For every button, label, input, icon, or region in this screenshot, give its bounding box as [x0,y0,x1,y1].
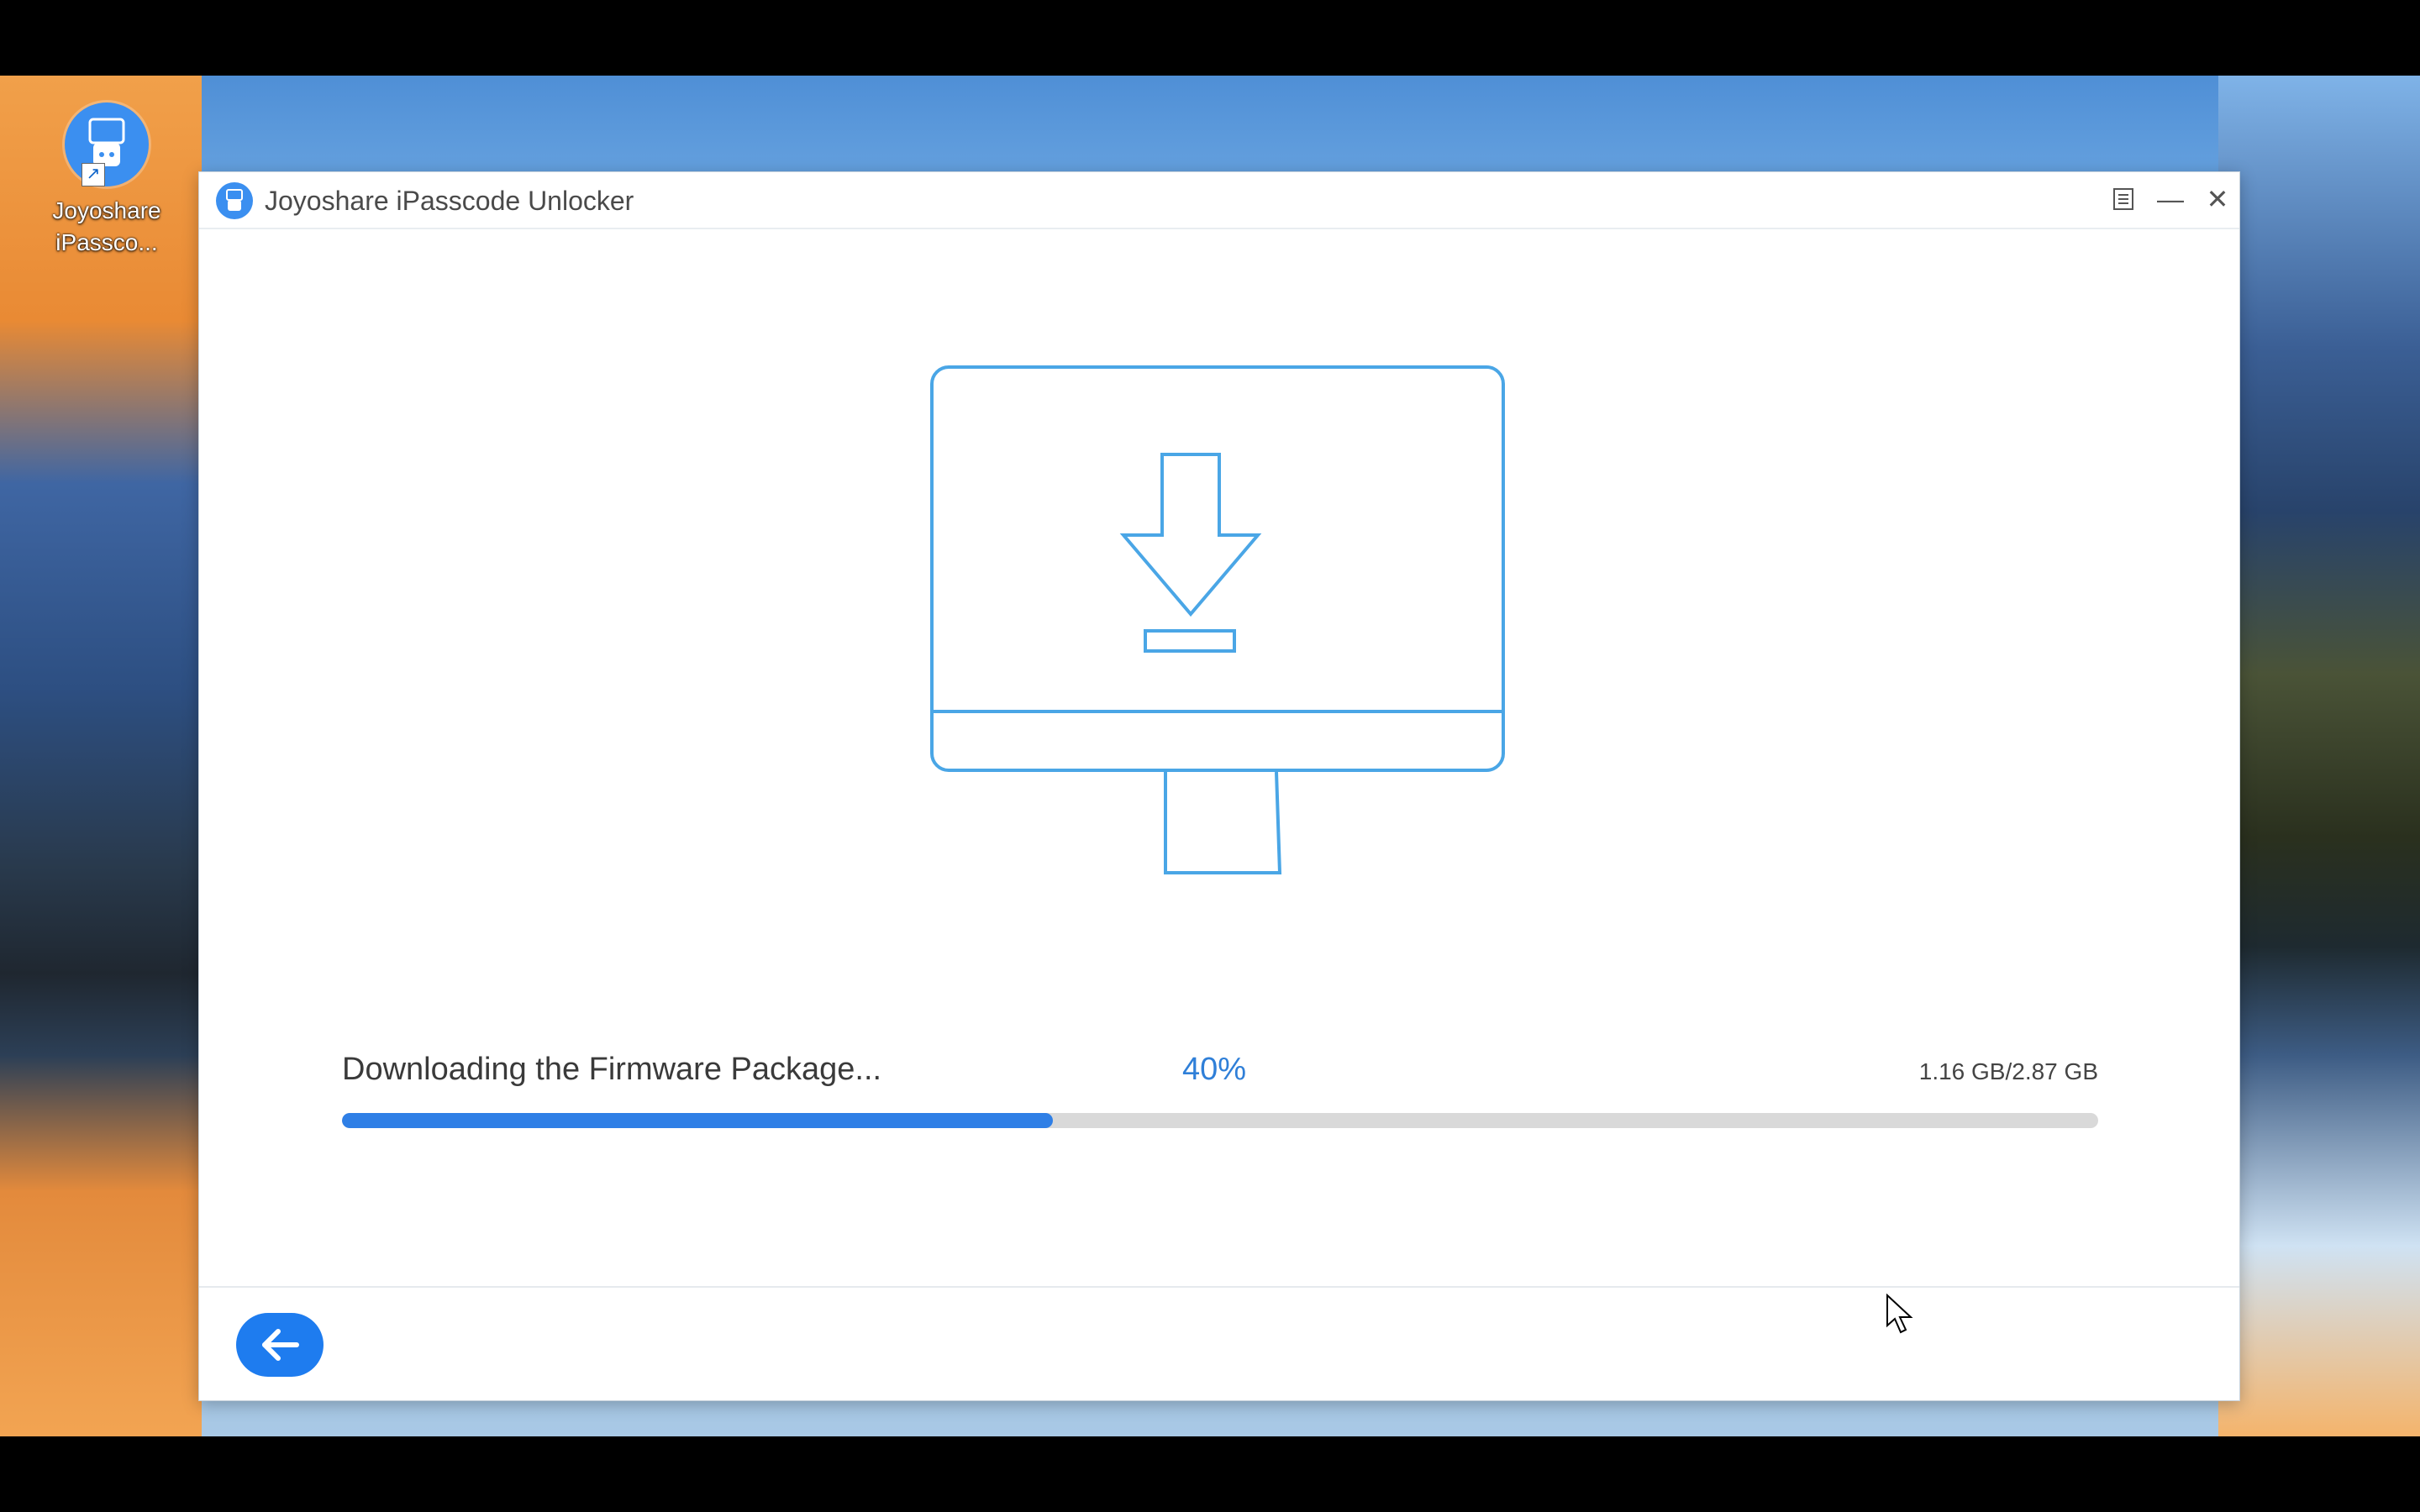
progress-bar [342,1113,2098,1128]
title-bar[interactable]: Joyoshare iPasscode Unlocker — ✕ [199,172,2239,229]
app-logo-icon [216,182,253,219]
mouse-cursor-icon [1886,1293,1914,1338]
footer-divider [199,1286,2239,1288]
back-button[interactable] [236,1313,324,1377]
download-size: 1.16 GB/2.87 GB [1918,1058,2098,1084]
progress-percent: 40% [1182,1052,1247,1087]
arrow-left-icon [262,1329,299,1361]
window-title: Joyoshare iPasscode Unlocker [265,186,634,216]
minimize-button[interactable]: — [2152,181,2189,218]
desktop-shortcut-joyoshare[interactable]: ↗ Joyoshare iPassco... [44,102,170,259]
desktop-background: ↗ Joyoshare iPassco... Joyoshare iPassco… [0,76,2420,1436]
monitor-download-icon [930,365,1518,886]
wallpaper-left [0,76,202,1436]
desktop-shortcut-label: Joyoshare iPassco... [52,197,161,255]
shortcut-arrow-icon: ↗ [82,163,105,186]
progress-bar-fill [342,1113,1054,1128]
download-status-row: Downloading the Firmware Package... 40% … [342,1044,2098,1095]
status-text: Downloading the Firmware Package... [342,1052,882,1087]
step-caption: Step 3: Download and Verify Firmware Pac… [0,1428,2420,1436]
menu-icon[interactable] [2105,181,2142,218]
joyoshare-app-icon: ↗ [65,102,149,186]
app-window: Joyoshare iPasscode Unlocker — ✕ Downloa… [198,171,2240,1401]
close-button[interactable]: ✕ [2199,181,2236,218]
wallpaper-right [2218,76,2420,1436]
